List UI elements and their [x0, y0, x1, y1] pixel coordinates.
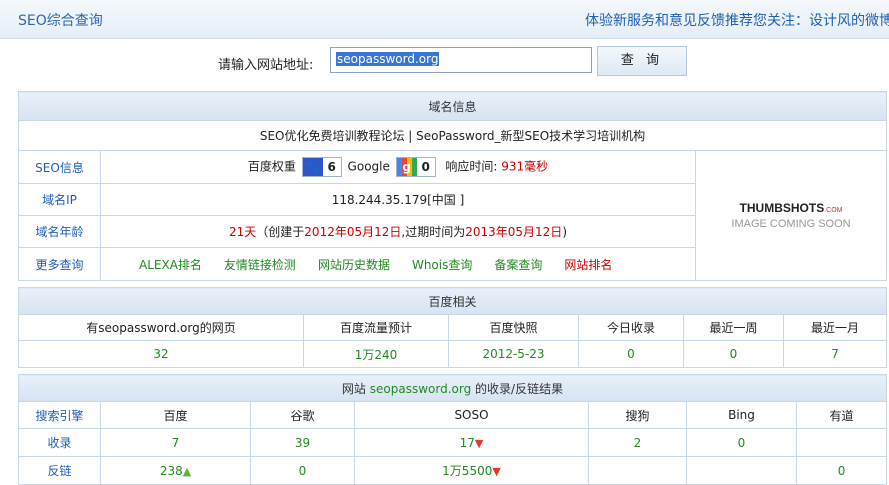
domain-info-table: 域名信息 SEO优化免费培训教程论坛 | SeoPassword_新型SEO技术… — [17, 91, 888, 281]
baidu-col-week: 最近一周 — [683, 314, 784, 341]
url-input[interactable]: seopassword.org — [330, 47, 592, 73]
query-button[interactable]: 查 询 — [597, 46, 687, 76]
baidu-col-traffic: 百度流量预计 — [303, 314, 449, 341]
baidu-today-value[interactable]: 0 — [578, 340, 684, 368]
baidu-pages-value[interactable]: 32 — [18, 340, 304, 368]
baidu-col-month: 最近一月 — [782, 314, 888, 341]
url-label: 请输入网站地址: — [218, 58, 314, 73]
domain-age-label[interactable]: 域名年龄 — [18, 215, 101, 248]
google-label: Google — [347, 159, 390, 174]
google-g-icon: g — [396, 158, 417, 176]
back-youdao[interactable]: 0 — [795, 456, 888, 485]
engines-table: 网站 seopassword.org 的收录/反链结果 搜索引擎 百度 谷歌 S… — [17, 374, 888, 485]
thumbshots-logo: THUMBSHOTS.COM — [739, 201, 843, 215]
back-sogou[interactable] — [588, 456, 687, 485]
row-backlink-label: 反链 — [18, 456, 101, 485]
seo-info-label[interactable]: SEO信息 — [18, 150, 101, 184]
baidu-col-snapshot: 百度快照 — [448, 314, 579, 341]
site-title: SEO优化免费培训教程论坛 | SeoPassword_新型SEO技术学习培训机… — [17, 120, 888, 151]
index-soso[interactable]: 17 — [460, 436, 475, 450]
engines-col-youdao: 有道 — [795, 401, 888, 429]
baidu-month-value[interactable]: 7 — [782, 340, 888, 368]
baidu-heading: 百度相关 — [17, 287, 888, 315]
response-label: 响应时间: — [445, 159, 498, 174]
back-soso[interactable]: 1万5500 — [442, 464, 492, 478]
link-friend-check[interactable]: 友情链接检测 — [224, 258, 296, 272]
domain-ip-value: 118.244.35.179[中国 ] — [100, 183, 696, 216]
domain-age-days: 21天 — [229, 225, 257, 239]
baidu-traffic-value: 1万240 — [303, 340, 449, 368]
more-queries-label: 更多查询 — [18, 247, 101, 281]
engines-heading-site[interactable]: seopassword.org — [370, 382, 471, 396]
search-row: 请输入网站地址: seopassword.org 查 询 — [0, 44, 889, 80]
more-queries-cell: ALEXA排名 友情链接检测 网站历史数据 Whois查询 备案查询 网站排名 — [100, 247, 696, 281]
index-youdao[interactable] — [795, 428, 888, 457]
thumbshots-caption: IMAGE COMING SOON — [731, 218, 851, 230]
index-google[interactable]: 39 — [250, 428, 355, 457]
row-index-label: 收录 — [18, 428, 101, 457]
baidu-snapshot-value[interactable]: 2012-5-23 — [448, 340, 579, 368]
google-pr-value: 0 — [421, 160, 430, 174]
back-baidu-cell: 238▲ — [100, 456, 251, 485]
engines-col-bing: Bing — [686, 401, 797, 429]
domain-info-heading: 域名信息 — [17, 91, 888, 121]
baidu-week-value[interactable]: 0 — [683, 340, 784, 368]
engines-col-baidu: 百度 — [100, 401, 251, 429]
engines-col-soso: SOSO — [354, 401, 589, 429]
domain-expire-date: 2013年05月12日 — [465, 225, 563, 239]
engines-col-google: 谷歌 — [250, 401, 355, 429]
google-pr-badge[interactable]: g0 — [395, 157, 436, 177]
index-soso-cell: 17▼ — [354, 428, 589, 457]
thumbnail-placeholder: THUMBSHOTS.COM IMAGE COMING SOON — [694, 150, 888, 281]
link-site-rank[interactable]: 网站排名 — [564, 258, 612, 272]
domain-created-date: 2012年05月12日 — [304, 225, 402, 239]
domain-age-mid: ,过期时间为 — [401, 225, 466, 239]
baidu-weight-value: 6 — [327, 160, 336, 174]
engines-heading: 网站 seopassword.org 的收录/反链结果 — [17, 374, 888, 402]
domain-age-close: ) — [562, 225, 567, 239]
baidu-col-today: 今日收录 — [578, 314, 684, 341]
domain-ip-label[interactable]: 域名IP — [18, 183, 101, 216]
page-title: SEO综合查询 — [18, 13, 103, 29]
domain-age-cell: 21天（创建于2012年05月12日,过期时间为2013年05月12日) — [100, 215, 696, 248]
engines-col-sogou: 搜狗 — [588, 401, 687, 429]
baidu-col-pages: 有seopassword.org的网页 — [18, 314, 304, 341]
index-baidu[interactable]: 7 — [100, 428, 251, 457]
back-baidu[interactable]: 238 — [160, 464, 183, 478]
marquee-notice[interactable]: 体验新服务和意见反馈推荐您关注：设计风的微博 — [585, 10, 889, 30]
top-bar: SEO综合查询 体验新服务和意见反馈推荐您关注：设计风的微博 — [0, 0, 889, 39]
baidu-weight-badge[interactable]: 🐾 6 — [301, 157, 342, 177]
link-icp[interactable]: 备案查询 — [494, 258, 542, 272]
engines-col-label: 搜索引擎 — [18, 401, 101, 429]
baidu-weight-label: 百度权重 — [247, 159, 296, 174]
seo-info-cell: 百度权重 🐾 6 Google g0 响应时间: 931毫秒 — [100, 150, 696, 184]
arrow-down-icon: ▼ — [474, 436, 484, 450]
link-whois[interactable]: Whois查询 — [412, 258, 472, 272]
back-google[interactable]: 0 — [250, 456, 355, 485]
back-soso-cell: 1万5500▼ — [354, 456, 589, 485]
arrow-up-icon: ▲ — [182, 464, 192, 478]
index-sogou[interactable]: 2 — [588, 428, 687, 457]
link-history[interactable]: 网站历史数据 — [318, 258, 390, 272]
arrow-down-icon: ▼ — [492, 465, 501, 478]
domain-age-open: （创建于 — [256, 225, 305, 239]
url-input-value: seopassword.org — [336, 52, 440, 66]
baidu-paw-icon: 🐾 — [302, 158, 323, 176]
response-value: 931毫秒 — [501, 159, 549, 174]
baidu-table: 百度相关 有seopassword.org的网页 百度流量预计 百度快照 今日收… — [17, 287, 888, 368]
link-alexa[interactable]: ALEXA排名 — [139, 258, 202, 272]
back-bing[interactable] — [686, 456, 797, 485]
index-bing[interactable]: 0 — [686, 428, 797, 457]
